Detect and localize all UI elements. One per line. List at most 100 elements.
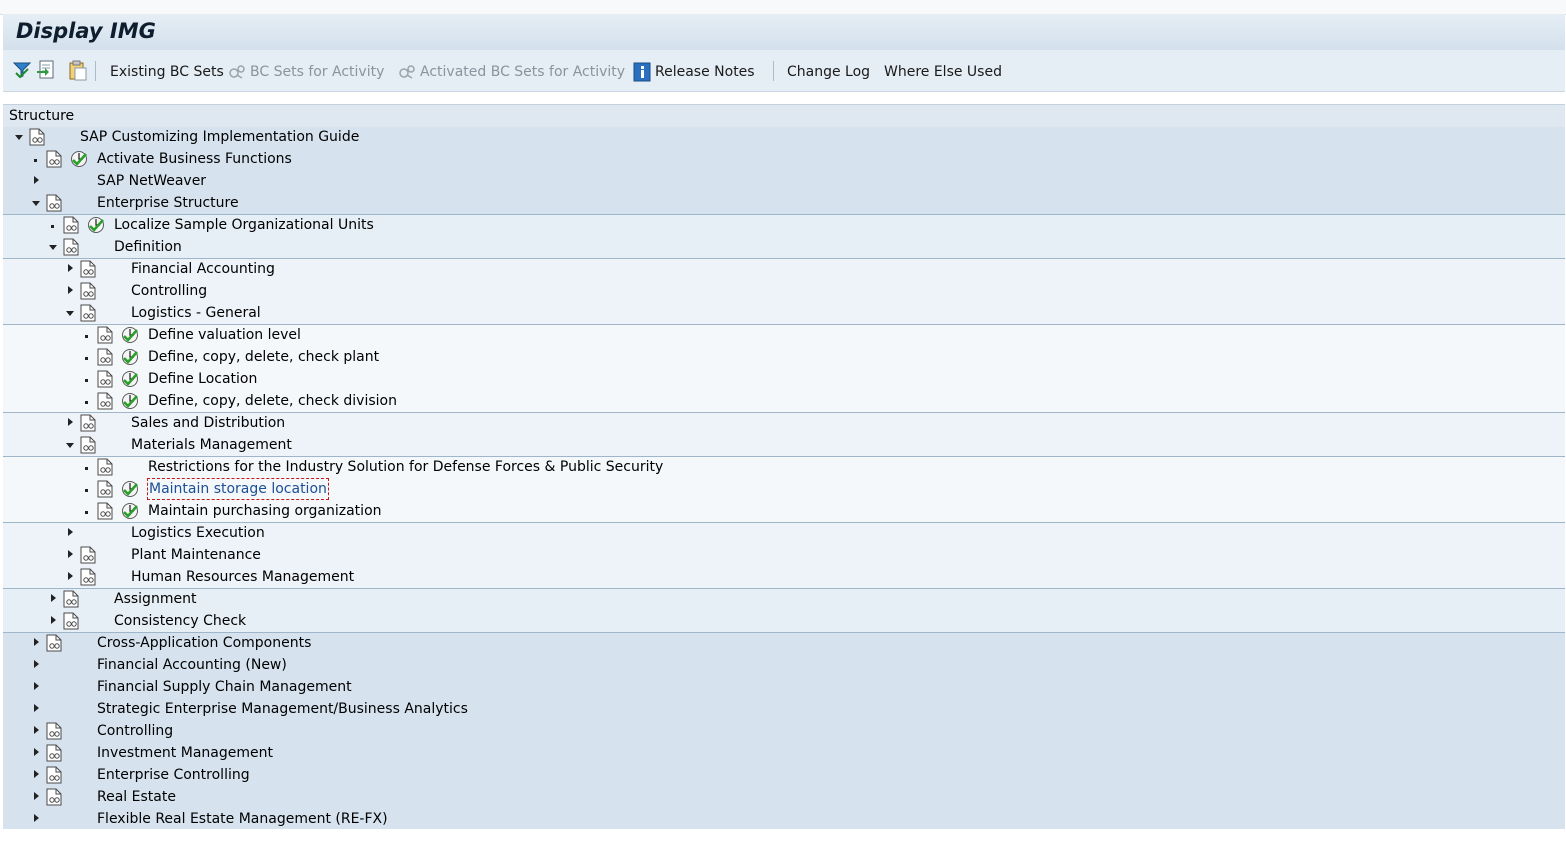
tree-node-label[interactable]: Maintain storage location xyxy=(147,478,329,500)
expand-node-icon[interactable] xyxy=(31,786,41,808)
tree-node[interactable]: Definition xyxy=(3,236,1565,258)
tree-node[interactable]: Plant Maintenance xyxy=(3,544,1565,566)
tree-node-label[interactable]: Logistics - General xyxy=(131,302,261,324)
tree-node-label[interactable]: Define, copy, delete, check division xyxy=(148,390,397,412)
import-icon[interactable] xyxy=(36,59,58,81)
tree-node[interactable]: Sales and Distribution xyxy=(3,412,1565,434)
collapse-node-icon[interactable] xyxy=(31,192,41,214)
tree-node-label[interactable]: Materials Management xyxy=(131,434,292,456)
clipboard-icon[interactable] xyxy=(66,59,88,81)
expand-node-icon[interactable] xyxy=(31,742,41,764)
tree-node[interactable]: SAP NetWeaver xyxy=(3,170,1565,192)
tree-node[interactable]: Financial Accounting xyxy=(3,258,1565,280)
tree-node[interactable]: Activate Business Functions xyxy=(3,148,1565,170)
tree-node-label[interactable]: SAP NetWeaver xyxy=(97,170,206,192)
documentation-icon[interactable] xyxy=(63,238,79,256)
tree-node-label[interactable]: Definition xyxy=(114,236,182,258)
tree-node[interactable]: Restrictions for the Industry Solution f… xyxy=(3,456,1565,478)
tree-node[interactable]: Cross-Application Components xyxy=(3,632,1565,654)
tree-node[interactable]: Materials Management xyxy=(3,434,1565,456)
tree-node-label[interactable]: Strategic Enterprise Management/Business… xyxy=(97,698,468,720)
expand-node-icon[interactable] xyxy=(48,588,58,610)
tree-node-label[interactable]: Plant Maintenance xyxy=(131,544,261,566)
tree-node-label[interactable]: Controlling xyxy=(131,280,207,302)
tree-node[interactable]: Maintain storage location xyxy=(3,478,1565,500)
tree-node-label[interactable]: Consistency Check xyxy=(114,610,246,632)
tree-node-label[interactable]: Investment Management xyxy=(97,742,273,764)
execute-activity-icon[interactable] xyxy=(70,150,88,168)
expand-node-icon[interactable] xyxy=(31,698,41,720)
documentation-icon[interactable] xyxy=(80,546,96,564)
tree-node-label[interactable]: Controlling xyxy=(97,720,173,742)
expand-node-icon[interactable] xyxy=(31,170,41,192)
tree-node-label[interactable]: Flexible Real Estate Management (RE-FX) xyxy=(97,808,388,830)
documentation-icon[interactable] xyxy=(80,414,96,432)
tree-node-label[interactable]: Assignment xyxy=(114,588,196,610)
expand-node-icon[interactable] xyxy=(31,808,41,830)
documentation-icon[interactable] xyxy=(80,436,96,454)
expand-node-icon[interactable] xyxy=(65,280,75,302)
tree-node[interactable]: Define, copy, delete, check division xyxy=(3,390,1565,412)
bc-sets-for-activity-button[interactable]: BC Sets for Activity xyxy=(228,61,384,83)
documentation-icon[interactable] xyxy=(63,216,79,234)
tree-node[interactable]: Financial Supply Chain Management xyxy=(3,676,1565,698)
tree-node[interactable]: Human Resources Management xyxy=(3,566,1565,588)
tree-node-label[interactable]: Define valuation level xyxy=(148,324,301,346)
expand-node-icon[interactable] xyxy=(65,258,75,280)
documentation-icon[interactable] xyxy=(97,392,113,410)
documentation-icon[interactable] xyxy=(46,634,62,652)
documentation-icon[interactable] xyxy=(63,590,79,608)
documentation-icon[interactable] xyxy=(80,260,96,278)
tree-node[interactable]: Define Location xyxy=(3,368,1565,390)
expand-node-icon[interactable] xyxy=(48,610,58,632)
tree-node-label[interactable]: Sales and Distribution xyxy=(131,412,285,434)
tree-node-label[interactable]: Activate Business Functions xyxy=(97,148,292,170)
expand-node-icon[interactable] xyxy=(31,632,41,654)
tree-node[interactable]: Investment Management xyxy=(3,742,1565,764)
tree-node[interactable]: Financial Accounting (New) xyxy=(3,654,1565,676)
collapse-node-icon[interactable] xyxy=(48,236,58,258)
tree-node-label[interactable]: Financial Accounting xyxy=(131,258,275,280)
expand-node-icon[interactable] xyxy=(65,412,75,434)
tree-node[interactable]: Strategic Enterprise Management/Business… xyxy=(3,698,1565,720)
tree-node-label[interactable]: Financial Accounting (New) xyxy=(97,654,287,676)
tree-node-label[interactable]: Enterprise Controlling xyxy=(97,764,250,786)
collapse-node-icon[interactable] xyxy=(14,126,24,148)
tree-node[interactable]: Define, copy, delete, check plant xyxy=(3,346,1565,368)
tree-node[interactable]: Consistency Check xyxy=(3,610,1565,632)
tree-node[interactable]: Logistics Execution xyxy=(3,522,1565,544)
tree-node-label[interactable]: Define Location xyxy=(148,368,257,390)
collapse-node-icon[interactable] xyxy=(65,302,75,324)
documentation-icon[interactable] xyxy=(46,788,62,806)
documentation-icon[interactable] xyxy=(80,304,96,322)
tree-node[interactable]: Enterprise Controlling xyxy=(3,764,1565,786)
tree-node[interactable]: Define valuation level xyxy=(3,324,1565,346)
expand-node-icon[interactable] xyxy=(31,720,41,742)
documentation-icon[interactable] xyxy=(46,744,62,762)
tree-node[interactable]: Assignment xyxy=(3,588,1565,610)
documentation-icon[interactable] xyxy=(97,480,113,498)
documentation-icon[interactable] xyxy=(46,722,62,740)
tree-node-label[interactable]: Define, copy, delete, check plant xyxy=(148,346,379,368)
tree-node[interactable]: Enterprise Structure xyxy=(3,192,1565,214)
tree-node[interactable]: Logistics - General xyxy=(3,302,1565,324)
tree-node[interactable]: Controlling xyxy=(3,720,1565,742)
execute-activity-icon[interactable] xyxy=(121,480,139,498)
documentation-icon[interactable] xyxy=(97,326,113,344)
tree-node-label[interactable]: Enterprise Structure xyxy=(97,192,239,214)
tree-node[interactable]: Real Estate xyxy=(3,786,1565,808)
tree-node[interactable]: Controlling xyxy=(3,280,1565,302)
tree-node-label[interactable]: Logistics Execution xyxy=(131,522,265,544)
tree-node-label[interactable]: Localize Sample Organizational Units xyxy=(114,214,374,236)
documentation-icon[interactable] xyxy=(46,150,62,168)
tree-node[interactable]: Localize Sample Organizational Units xyxy=(3,214,1565,236)
execute-activity-icon[interactable] xyxy=(121,392,139,410)
documentation-icon[interactable] xyxy=(97,458,113,476)
documentation-icon[interactable] xyxy=(29,128,45,146)
expand-node-icon[interactable] xyxy=(31,764,41,786)
documentation-icon[interactable] xyxy=(46,194,62,212)
documentation-icon[interactable] xyxy=(97,348,113,366)
tree-node-label[interactable]: SAP Customizing Implementation Guide xyxy=(80,126,359,148)
execute-activity-icon[interactable] xyxy=(121,370,139,388)
execute-activity-icon[interactable] xyxy=(121,326,139,344)
